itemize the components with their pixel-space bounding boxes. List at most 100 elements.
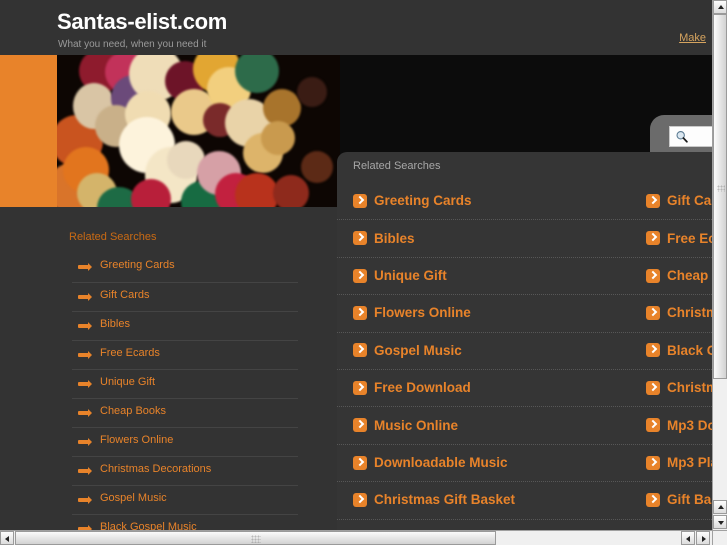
chevron-right-icon bbox=[353, 305, 367, 320]
sidebar-item-cheap-books[interactable]: Cheap Books bbox=[72, 398, 298, 427]
vertical-scrollbar[interactable] bbox=[712, 0, 727, 530]
sidebar-item-label: Black Gospel Music bbox=[100, 521, 197, 530]
sidebar-item-greeting-cards[interactable]: Greeting Cards bbox=[72, 253, 298, 282]
overlay-link-free-download[interactable]: Free Download bbox=[353, 379, 471, 397]
chevron-right-icon bbox=[353, 380, 367, 395]
sidebar-item-free-ecards[interactable]: Free Ecards bbox=[72, 340, 298, 369]
site-title: Santas-elist.com bbox=[57, 9, 228, 34]
overlay-link-gospel-music[interactable]: Gospel Music bbox=[353, 342, 462, 360]
overlay-row: Free Download Christm bbox=[337, 368, 712, 406]
search-text-field[interactable] bbox=[692, 130, 712, 146]
chevron-right-icon bbox=[646, 418, 660, 433]
scroll-up-arrow bbox=[718, 505, 724, 509]
overlay-link-christmas-2[interactable]: Christm bbox=[646, 379, 712, 397]
overlay-row: Unique Gift Cheap bbox=[337, 256, 712, 294]
overlay-link-label: Greeting Cards bbox=[374, 193, 472, 209]
sidebar-item-unique-gift[interactable]: Unique Gift bbox=[72, 369, 298, 398]
scroll-thumb-grip bbox=[251, 535, 261, 543]
scrollbar-corner bbox=[712, 530, 727, 545]
sidebar-item-christmas-decorations[interactable]: Christmas Decorations bbox=[72, 456, 298, 485]
related-searches-overlay: Related Searches Greeting Cards Gift Car… bbox=[337, 152, 712, 530]
sidebar-item-label: Unique Gift bbox=[100, 376, 156, 388]
chevron-right-icon bbox=[353, 492, 367, 507]
scroll-up-button[interactable] bbox=[713, 0, 727, 14]
sidebar-list: Greeting Cards Gift Cards Bibles Free Ec… bbox=[72, 253, 298, 530]
scroll-thumb-grip bbox=[717, 185, 725, 192]
overlay-row: Christmas Gift Basket Gift Bas bbox=[337, 481, 712, 518]
search-input[interactable] bbox=[669, 126, 712, 147]
overlay-link-label: Christmas Gift Basket bbox=[374, 492, 516, 508]
scroll-right-arrow bbox=[702, 536, 706, 542]
chevron-right-icon bbox=[646, 343, 660, 358]
chevron-right-icon bbox=[646, 193, 660, 208]
sidebar-item-label: Cheap Books bbox=[100, 405, 167, 417]
arrow-bullet-icon bbox=[78, 322, 92, 330]
overlay-link-label: Music Online bbox=[374, 417, 459, 433]
overlay-link-unique-gift[interactable]: Unique Gift bbox=[353, 267, 447, 285]
overlay-link-label: Christm bbox=[667, 380, 712, 396]
overlay-link-greeting-cards[interactable]: Greeting Cards bbox=[353, 192, 472, 210]
overlay-link-mp3-downloads[interactable]: Mp3 Do bbox=[646, 416, 712, 434]
overlay-link-cheap-books[interactable]: Cheap bbox=[646, 267, 708, 285]
overlay-heading: Related Searches bbox=[353, 160, 441, 172]
overlay-link-music-online[interactable]: Music Online bbox=[353, 416, 458, 434]
scroll-left-button-end[interactable] bbox=[681, 531, 695, 545]
scroll-down-arrow bbox=[718, 521, 724, 525]
arrow-bullet-icon bbox=[78, 438, 92, 446]
scroll-left-button[interactable] bbox=[0, 531, 14, 545]
site-header: Santas-elist.com What you need, when you… bbox=[0, 0, 712, 55]
overlay-link-label: Bibles bbox=[374, 230, 415, 246]
sidebar-item-gift-cards[interactable]: Gift Cards bbox=[72, 282, 298, 311]
overlay-row: Downloadable Music Mp3 Pla bbox=[337, 443, 712, 481]
sidebar-item-bibles[interactable]: Bibles bbox=[72, 311, 298, 340]
chevron-right-icon bbox=[646, 305, 660, 320]
chevron-right-icon bbox=[353, 343, 367, 358]
scroll-down-button-upper[interactable] bbox=[713, 500, 727, 514]
sidebar-item-label: Christmas Decorations bbox=[100, 463, 212, 475]
search-icon bbox=[676, 131, 688, 143]
overlay-grid: Greeting Cards Gift Car Bibles Free Ec U… bbox=[337, 183, 712, 530]
chevron-right-icon bbox=[646, 231, 660, 246]
overlay-link-flowers-online[interactable]: Flowers Online bbox=[353, 304, 471, 322]
sidebar-item-flowers-online[interactable]: Flowers Online bbox=[72, 427, 298, 456]
overlay-link-label: Gospel Music bbox=[374, 342, 462, 358]
overlay-link-label: Cheap bbox=[667, 268, 709, 284]
overlay-link-label: Flowers Online bbox=[374, 305, 471, 321]
overlay-link-label: Mp3 Do bbox=[667, 417, 712, 433]
vertical-scroll-thumb[interactable] bbox=[713, 14, 727, 379]
overlay-link-gift-cards[interactable]: Gift Car bbox=[646, 192, 712, 210]
overlay-link-christmas-decorations[interactable]: Christm bbox=[646, 304, 712, 322]
overlay-link-downloadable-music[interactable]: Downloadable Music bbox=[353, 454, 508, 472]
overlay-link-label: Downloadable Music bbox=[374, 455, 508, 470]
chevron-right-icon bbox=[646, 380, 660, 395]
overlay-link-christmas-gift-basket[interactable]: Christmas Gift Basket bbox=[353, 491, 515, 509]
chevron-right-icon bbox=[353, 418, 367, 433]
scroll-down-button[interactable] bbox=[713, 515, 727, 529]
arrow-bullet-icon bbox=[78, 263, 92, 271]
sidebar-item-black-gospel-music[interactable]: Black Gospel Music bbox=[72, 514, 298, 530]
overlay-link-free-ecards[interactable]: Free Ec bbox=[646, 229, 712, 247]
sidebar-item-label: Greeting Cards bbox=[100, 259, 175, 271]
sidebar-item-label: Gospel Music bbox=[100, 492, 167, 504]
overlay-link-bibles[interactable]: Bibles bbox=[353, 229, 415, 247]
header-nav-link[interactable]: Make bbox=[679, 32, 706, 44]
sidebar-item-label: Free Ecards bbox=[100, 347, 160, 359]
overlay-link-mp3-player[interactable]: Mp3 Pla bbox=[646, 454, 712, 472]
horizontal-scrollbar[interactable] bbox=[0, 530, 712, 545]
sidebar-item-gospel-music[interactable]: Gospel Music bbox=[72, 485, 298, 514]
chevron-right-icon bbox=[646, 268, 660, 283]
overlay-link-label: Gift Bas bbox=[667, 492, 712, 508]
scroll-up-arrow bbox=[718, 5, 724, 9]
overlay-link-gift-baskets[interactable]: Gift Bas bbox=[646, 491, 712, 509]
scroll-right-button[interactable] bbox=[696, 531, 710, 545]
sidebar-item-label: Gift Cards bbox=[100, 289, 150, 301]
site-tagline: What you need, when you need it bbox=[58, 39, 207, 50]
overlay-row: Greeting Cards Gift Car bbox=[337, 183, 712, 219]
sidebar-heading: Related Searches bbox=[69, 231, 157, 243]
horizontal-scroll-thumb[interactable] bbox=[15, 531, 496, 545]
overlay-row: Bibles Free Ec bbox=[337, 219, 712, 256]
overlay-row: Living Room Furniture Free Da bbox=[337, 518, 712, 530]
overlay-link-label: Black G bbox=[667, 342, 712, 358]
chevron-right-icon bbox=[353, 455, 367, 470]
overlay-link-black-gospel-music[interactable]: Black G bbox=[646, 342, 712, 360]
